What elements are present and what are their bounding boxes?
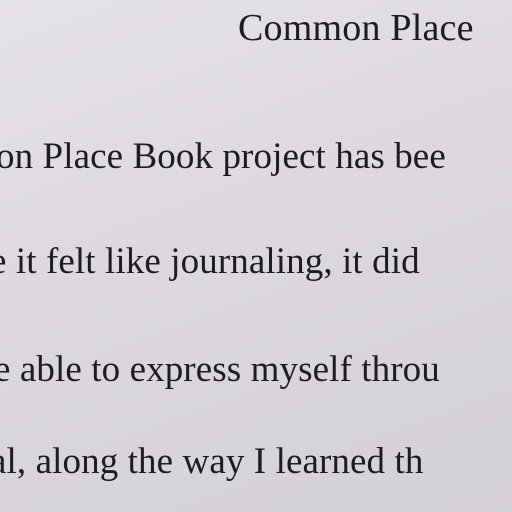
text-line-4: al, along the way I learned th bbox=[0, 441, 424, 482]
text-line-3: e able to express myself throu bbox=[0, 349, 440, 390]
document-page: Common Place on Place Book project has b… bbox=[0, 0, 512, 512]
text-line-1: on Place Book project has bee bbox=[0, 136, 446, 177]
document-title: Common Place bbox=[238, 7, 474, 49]
text-line-2: e it felt like journaling, it did bbox=[0, 241, 420, 282]
